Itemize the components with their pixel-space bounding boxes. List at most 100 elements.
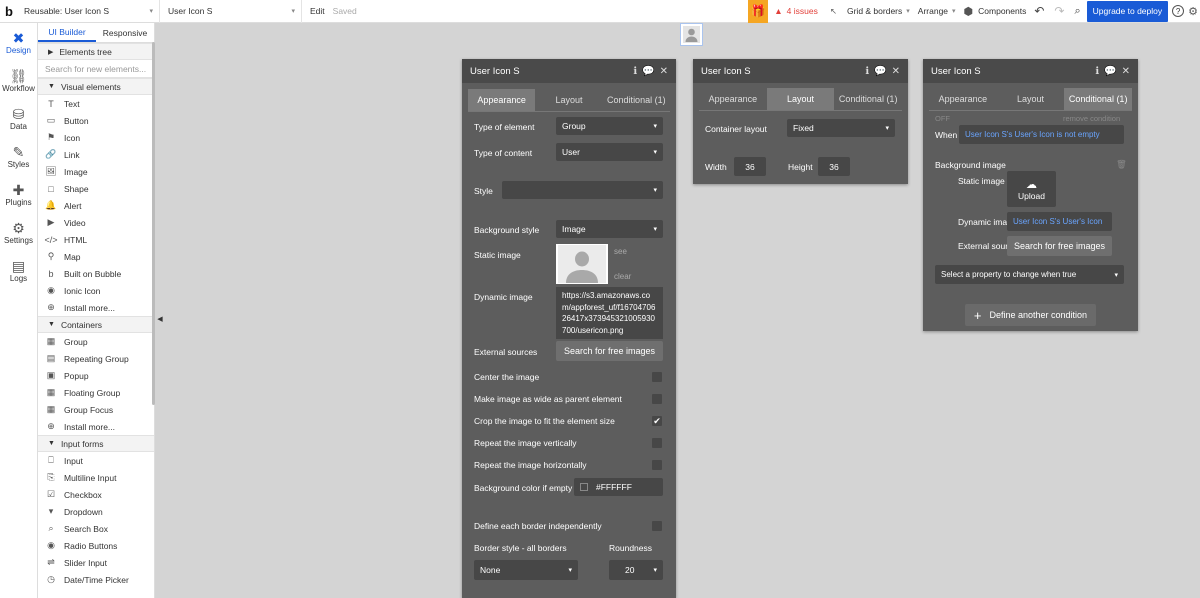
sidebar-item-radio-buttons[interactable]: ◉ Radio Buttons <box>38 537 154 554</box>
wide-image-checkbox[interactable] <box>652 394 662 404</box>
static-image-preview[interactable] <box>556 244 608 284</box>
rail-tab-logs[interactable]: ▤ Logs <box>0 251 37 289</box>
trash-icon[interactable]: 🗑 <box>1116 159 1127 170</box>
background-color-field[interactable]: #FFFFFF <box>574 478 663 496</box>
collapse-sidebar-icon[interactable]: ◀ <box>156 312 164 326</box>
rail-tab-design[interactable]: ✖ Design <box>0 23 37 61</box>
tab-layout[interactable]: Layout <box>535 89 602 111</box>
width-input[interactable]: 36 <box>734 157 766 176</box>
style-dropdown[interactable]: ▾ <box>502 181 663 199</box>
sidebar-item-date-time-picker[interactable]: ◷ Date/Time Picker <box>38 571 154 588</box>
sidebar-item-install-more[interactable]: ⊕ Install more... <box>38 299 154 316</box>
rail-tab-data[interactable]: ⛁ Data <box>0 99 37 137</box>
define-another-condition-button[interactable]: + Define another condition <box>965 304 1096 326</box>
rail-tab-plugins[interactable]: ✚ Plugins <box>0 175 37 213</box>
sidebar-item-shape[interactable]: □ Shape <box>38 180 154 197</box>
upgrade-button[interactable]: Upgrade to deploy <box>1086 0 1169 22</box>
sidebar-item-install-more[interactable]: ⊕ Install more... <box>38 418 154 435</box>
pointer-icon[interactable]: ↖ <box>830 0 837 23</box>
input-forms-header[interactable]: ▼ Input forms <box>38 435 154 452</box>
info-icon[interactable]: ℹ <box>865 66 869 77</box>
search-free-images-button[interactable]: Search for free images <box>1007 236 1112 256</box>
sidebar-item-group[interactable]: ▦ Group <box>38 333 154 350</box>
visual-elements-header[interactable]: ▼ Visual elements <box>38 78 154 95</box>
edit-button[interactable]: Edit <box>310 0 325 23</box>
sidebar-item-link[interactable]: 🔗 Link <box>38 146 154 163</box>
roundness-field[interactable]: 20 ▾ <box>609 560 663 580</box>
sidebar-item-input[interactable]: ⎕ Input <box>38 452 154 469</box>
container-layout-dropdown[interactable]: Fixed ▾ <box>787 119 895 137</box>
border-independent-checkbox[interactable] <box>652 521 662 531</box>
help-icon[interactable]: ? <box>1172 5 1185 17</box>
tab-conditional[interactable]: Conditional (1) <box>834 88 902 110</box>
comment-icon[interactable]: 💬 <box>874 66 886 77</box>
close-icon[interactable]: ✕ <box>660 66 668 77</box>
crop-image-checkbox[interactable]: ✔ <box>652 416 662 426</box>
rail-tab-styles[interactable]: ✎ Styles <box>0 137 37 175</box>
close-icon[interactable]: ✕ <box>1122 66 1130 77</box>
sidebar-item-popup[interactable]: ▣ Popup <box>38 367 154 384</box>
tab-ui-builder[interactable]: UI Builder <box>38 23 96 42</box>
condition-expression[interactable]: User Icon S's User's Icon is not empty <box>959 125 1124 144</box>
containers-header[interactable]: ▼ Containers <box>38 316 154 333</box>
dynamic-image-field[interactable]: User Icon S's User's Icon <box>1007 212 1112 231</box>
type-of-content-dropdown[interactable]: User ▾ <box>556 143 663 161</box>
search-icon[interactable]: ⌕ <box>1074 0 1080 23</box>
settings-gear-icon[interactable]: ⚙ <box>1188 0 1198 23</box>
element-selector[interactable]: User Icon S ▾ <box>160 0 302 23</box>
tab-appearance[interactable]: Appearance <box>699 88 767 110</box>
sidebar-item-built-on-bubble[interactable]: b Built on Bubble <box>38 265 154 282</box>
height-input[interactable]: 36 <box>818 157 850 176</box>
sidebar-item-checkbox[interactable]: ☑ Checkbox <box>38 486 154 503</box>
sidebar-item-image[interactable]: 🖼 Image <box>38 163 154 180</box>
info-icon[interactable]: ℹ <box>633 66 637 77</box>
tab-layout[interactable]: Layout <box>766 88 835 110</box>
search-free-images-button[interactable]: Search for free images <box>556 341 663 361</box>
tab-appearance[interactable]: Appearance <box>468 89 536 111</box>
close-icon[interactable]: ✕ <box>892 66 900 77</box>
rail-tab-settings[interactable]: ⚙ Settings <box>0 213 37 251</box>
center-image-checkbox[interactable] <box>652 372 662 382</box>
repeat-vertical-checkbox[interactable] <box>652 438 662 448</box>
sidebar-item-alert[interactable]: 🔔 Alert <box>38 197 154 214</box>
tab-layout[interactable]: Layout <box>997 88 1065 110</box>
page-selector[interactable]: Reusable: User Icon S ▾ <box>18 0 160 23</box>
color-swatch[interactable] <box>580 483 588 491</box>
tab-responsive[interactable]: Responsive <box>96 23 154 42</box>
repeat-horizontal-checkbox[interactable] <box>652 460 662 470</box>
comment-icon[interactable]: 💬 <box>642 66 654 77</box>
sidebar-item-html[interactable]: </> HTML <box>38 231 154 248</box>
redo-icon[interactable]: ↷ <box>1054 0 1064 23</box>
sidebar-item-dropdown[interactable]: ▾ Dropdown <box>38 503 154 520</box>
bubble-logo[interactable]: b <box>0 0 18 23</box>
sidebar-item-button[interactable]: ▭ Button <box>38 112 154 129</box>
sidebar-scrollbar[interactable] <box>152 42 155 405</box>
sidebar-item-group-focus[interactable]: ▦ Group Focus <box>38 401 154 418</box>
off-toggle[interactable]: OFF <box>935 114 950 123</box>
sidebar-item-icon[interactable]: ⚑ Icon <box>38 129 154 146</box>
sidebar-item-repeating-group[interactable]: ▤ Repeating Group <box>38 350 154 367</box>
remove-condition-link[interactable]: remove condition <box>1063 114 1120 123</box>
sidebar-item-multiline-input[interactable]: ⎘ Multiline Input <box>38 469 154 486</box>
sidebar-item-floating-group[interactable]: ▦ Floating Group <box>38 384 154 401</box>
dynamic-image-field[interactable]: https://s3.amazonaws.com/appforest_uf/f1… <box>556 287 663 339</box>
sidebar-item-slider-input[interactable]: ⇌ Slider Input <box>38 554 154 571</box>
sidebar-item-text[interactable]: T Text <box>38 95 154 112</box>
sidebar-item-ionic-icon[interactable]: ◉ Ionic Icon <box>38 282 154 299</box>
gift-icon[interactable]: 🎁 <box>748 0 769 23</box>
tab-conditional[interactable]: Conditional (1) <box>1064 88 1133 110</box>
comment-icon[interactable]: 💬 <box>1104 66 1116 77</box>
tab-conditional[interactable]: Conditional (1) <box>603 89 670 111</box>
clear-link[interactable]: clear <box>614 272 631 281</box>
sidebar-item-search-box[interactable]: ⌕ Search Box <box>38 520 154 537</box>
sidebar-item-map[interactable]: ⚲ Map <box>38 248 154 265</box>
see-link[interactable]: see <box>614 247 627 256</box>
elements-tree-toggle[interactable]: ▶ Elements tree <box>38 43 154 60</box>
undo-icon[interactable]: ↶ <box>1034 0 1044 23</box>
info-icon[interactable]: ℹ <box>1095 66 1099 77</box>
tab-appearance[interactable]: Appearance <box>929 88 997 110</box>
user-icon-element[interactable] <box>680 23 703 46</box>
upload-button[interactable]: ☁ Upload <box>1007 171 1056 207</box>
background-style-dropdown[interactable]: Image ▾ <box>556 220 663 238</box>
arrange-button[interactable]: Arrange ▾ <box>918 0 956 23</box>
